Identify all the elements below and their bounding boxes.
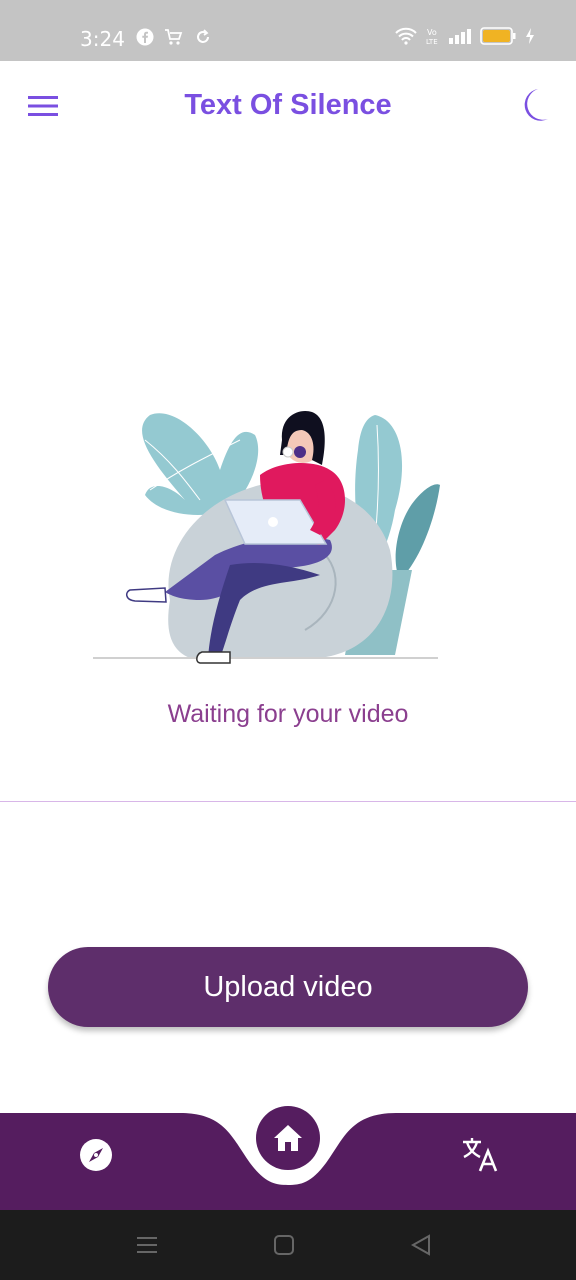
divider — [0, 801, 576, 802]
recent-apps-button[interactable] — [134, 1232, 160, 1258]
back-triangle-icon — [410, 1234, 430, 1256]
app-bar: Text Of Silence — [0, 61, 576, 153]
translate-icon — [463, 1138, 498, 1172]
status-left-icons — [136, 28, 212, 46]
status-right-icons: Vo LTE — [394, 26, 536, 46]
bottom-navigation — [0, 1106, 576, 1210]
svg-text:Vo: Vo — [427, 28, 437, 37]
system-home-button[interactable] — [271, 1232, 297, 1258]
back-button[interactable] — [408, 1232, 434, 1258]
wifi-icon — [395, 27, 417, 45]
cart-icon — [165, 29, 183, 45]
facebook-icon — [136, 28, 154, 46]
status-time: 3:24 — [80, 27, 125, 51]
recent-apps-icon — [137, 1237, 157, 1253]
sync-icon — [197, 29, 209, 43]
home-button[interactable] — [256, 1106, 320, 1170]
waiting-status-text: Waiting for your video — [167, 700, 409, 728]
charging-icon — [526, 28, 534, 44]
compass-icon — [80, 1139, 112, 1171]
status-bar: 3:24 Vo LTE — [0, 0, 576, 61]
battery-icon — [480, 27, 516, 45]
translate-button[interactable] — [460, 1135, 500, 1175]
dark-mode-toggle[interactable] — [516, 87, 550, 125]
volte-icon: VoLTE — [426, 28, 438, 46]
app-title: Text Of Silence — [184, 89, 392, 121]
upload-video-button[interactable]: Upload video — [48, 947, 528, 1027]
moon-icon — [524, 89, 548, 121]
system-navigation-bar — [0, 1210, 576, 1280]
svg-text:LTE: LTE — [426, 38, 438, 46]
waiting-illustration — [93, 410, 440, 664]
explore-button[interactable] — [78, 1137, 114, 1173]
home-square-icon — [274, 1235, 294, 1255]
home-icon — [274, 1125, 302, 1151]
signal-icon — [449, 29, 471, 44]
